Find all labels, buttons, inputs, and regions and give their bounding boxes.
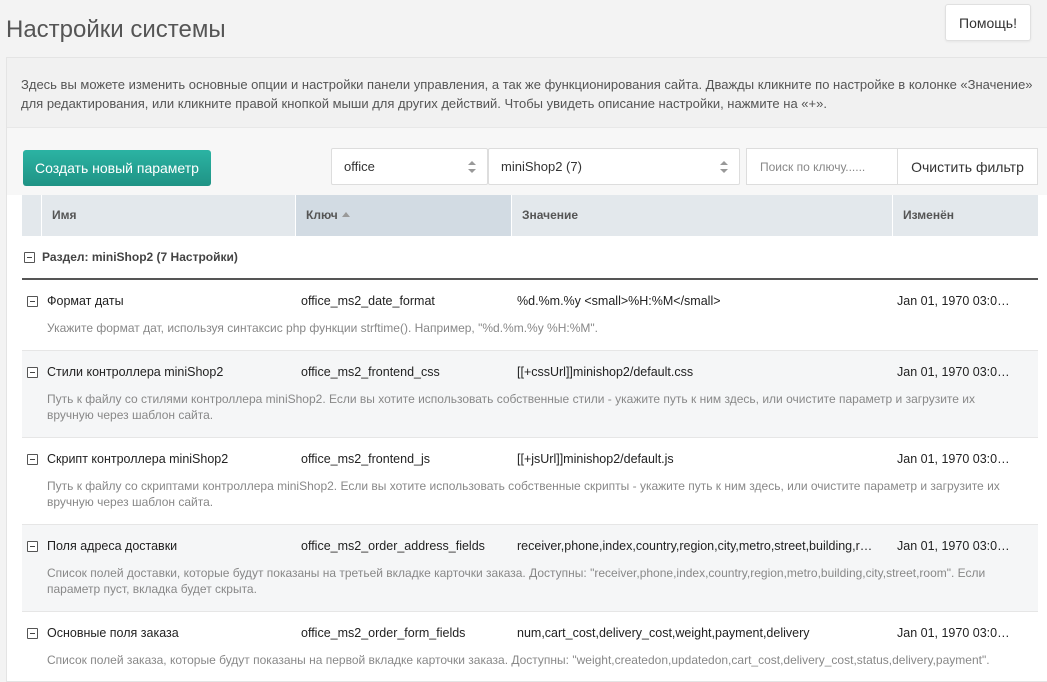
toolbar: Создать новый параметр office miniShop2 … bbox=[7, 128, 1047, 195]
row-edited: Jan 01, 1970 03:00 AM bbox=[897, 539, 1026, 553]
column-header-name[interactable]: Имя bbox=[42, 195, 296, 236]
row-key: office_ms2_order_address_fields bbox=[301, 539, 485, 553]
select-arrows-icon bbox=[468, 161, 476, 173]
table-row[interactable]: Основные поля заказа office_ms2_order_fo… bbox=[22, 612, 1038, 681]
namespace-select-value: miniShop2 (7) bbox=[501, 159, 582, 174]
sort-asc-icon bbox=[341, 212, 350, 218]
row-edited: Jan 01, 1970 03:00 AM bbox=[897, 294, 1026, 308]
row-value[interactable]: [[+jsUrl]]minishop2/default.js bbox=[507, 452, 887, 466]
table-row[interactable]: Стили контроллера miniShop2 office_ms2_f… bbox=[22, 351, 1038, 438]
row-key: office_ms2_date_format bbox=[301, 294, 435, 308]
row-value[interactable]: %d.%m.%y <small>%H:%M</small> bbox=[507, 294, 887, 308]
grid-header: Имя Ключ Значение Изменён bbox=[22, 195, 1038, 236]
row-name: Стили контроллера miniShop2 bbox=[47, 365, 224, 379]
column-header-key-label: Ключ bbox=[306, 208, 338, 222]
group-row[interactable]: Раздел: miniShop2 (7 Настройки) bbox=[22, 236, 1038, 280]
namespace-select[interactable]: miniShop2 (7) bbox=[488, 148, 740, 185]
row-name: Формат даты bbox=[47, 294, 124, 308]
page-description: Здесь вы можете изменить основные опции … bbox=[7, 58, 1047, 128]
row-description: Список полей доставки, которые будут пок… bbox=[47, 566, 986, 596]
column-header-value-label: Значение bbox=[522, 208, 579, 222]
row-edited: Jan 01, 1970 03:00 AM bbox=[897, 626, 1026, 640]
row-description: Путь к файлу со стилями контроллера mini… bbox=[47, 392, 975, 422]
row-key: office_ms2_frontend_css bbox=[301, 365, 440, 379]
collapse-row-icon[interactable] bbox=[27, 295, 38, 307]
row-name: Основные поля заказа bbox=[47, 626, 179, 640]
settings-panel: Здесь вы можете изменить основные опции … bbox=[6, 57, 1047, 682]
row-name: Скрипт контроллера miniShop2 bbox=[47, 452, 229, 466]
column-header-value[interactable]: Значение bbox=[512, 195, 893, 236]
page-title: Настройки системы bbox=[6, 16, 226, 43]
row-name: Поля адреса доставки bbox=[47, 539, 178, 553]
help-button[interactable]: Помощь! bbox=[945, 4, 1031, 41]
column-header-expander bbox=[22, 195, 42, 236]
clear-filter-button[interactable]: Очистить фильтр bbox=[897, 148, 1038, 185]
row-edited: Jan 01, 1970 03:00 AM bbox=[897, 452, 1026, 466]
row-description: Путь к файлу со скриптами контроллера mi… bbox=[47, 479, 1000, 509]
row-value[interactable]: num,cart_cost,delivery_cost,weight,payme… bbox=[507, 626, 887, 640]
column-header-edited-label: Изменён bbox=[903, 208, 955, 222]
collapse-row-icon[interactable] bbox=[27, 366, 38, 378]
row-value[interactable]: receiver,phone,index,country,region,city… bbox=[507, 539, 887, 553]
row-description: Список полей заказа, которые будут показ… bbox=[47, 653, 990, 667]
column-header-edited[interactable]: Изменён bbox=[893, 195, 1038, 236]
settings-rows: Формат даты office_ms2_date_format %d.%m… bbox=[22, 280, 1038, 681]
context-select[interactable]: office bbox=[331, 148, 488, 185]
row-description: Укажите формат дат, используя синтаксис … bbox=[47, 321, 598, 335]
row-key: office_ms2_frontend_js bbox=[301, 452, 431, 466]
row-value[interactable]: [[+cssUrl]]minishop2/default.css bbox=[507, 365, 887, 379]
table-row[interactable]: Формат даты office_ms2_date_format %d.%m… bbox=[22, 280, 1038, 351]
collapse-group-icon[interactable] bbox=[24, 251, 35, 263]
column-header-name-label: Имя bbox=[52, 208, 77, 222]
collapse-row-icon[interactable] bbox=[27, 627, 38, 639]
row-edited: Jan 01, 1970 03:00 AM bbox=[897, 365, 1026, 379]
create-setting-button[interactable]: Создать новый параметр bbox=[23, 150, 211, 186]
row-key: office_ms2_order_form_fields bbox=[301, 626, 466, 640]
context-select-value: office bbox=[344, 159, 375, 174]
column-header-key[interactable]: Ключ bbox=[296, 195, 512, 236]
table-row[interactable]: Скрипт контроллера miniShop2 office_ms2_… bbox=[22, 438, 1038, 525]
search-key-input[interactable] bbox=[746, 148, 898, 185]
group-label: Раздел: miniShop2 (7 Настройки) bbox=[42, 250, 238, 264]
select-arrows-icon bbox=[720, 161, 728, 173]
table-row[interactable]: Поля адреса доставки office_ms2_order_ad… bbox=[22, 525, 1038, 612]
collapse-row-icon[interactable] bbox=[27, 453, 38, 465]
collapse-row-icon[interactable] bbox=[27, 540, 38, 552]
